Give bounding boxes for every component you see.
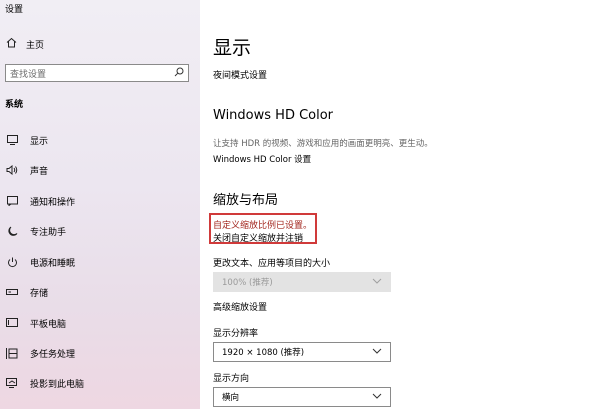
- orientation-label: 显示方向: [213, 374, 250, 384]
- main-content: 显示 夜间模式设置 Windows HD Color 让支持 HDR 的视频、游…: [200, 0, 600, 409]
- chevron-down-icon: [372, 392, 382, 402]
- resolution-label: 显示分辨率: [213, 329, 259, 339]
- orientation-dropdown[interactable]: 横向: [213, 387, 391, 407]
- sidebar-item-label: 通知和操作: [30, 197, 76, 208]
- sidebar-item-project[interactable]: 投影到此电脑: [6, 375, 196, 391]
- sidebar-item-label: 声音: [30, 166, 49, 177]
- home-icon: [6, 37, 17, 51]
- search-input[interactable]: 查找设置: [10, 67, 174, 80]
- sidebar-item-label: 存储: [30, 288, 49, 299]
- home-nav-item[interactable]: 主页: [6, 37, 44, 51]
- scale-layout-heading: 缩放与布局: [213, 193, 279, 208]
- sidebar-item-label: 平板电脑: [30, 319, 67, 330]
- home-label: 主页: [26, 40, 45, 51]
- sidebar-item-tablet[interactable]: 平板电脑: [6, 315, 196, 331]
- section-label-system: 系统: [5, 100, 24, 110]
- page-title: 显示: [213, 37, 252, 59]
- sidebar-item-notifications[interactable]: 通知和操作: [6, 193, 196, 209]
- night-light-settings-link[interactable]: 夜间模式设置: [213, 68, 267, 81]
- notification-icon: [6, 195, 18, 207]
- sidebar-item-storage[interactable]: 存储: [6, 284, 196, 300]
- tablet-icon: [6, 317, 18, 329]
- size-label: 更改文本、应用等项目的大小: [213, 259, 331, 269]
- custom-scale-warning: 自定义缩放比例已设置。: [213, 221, 313, 231]
- sidebar-item-label: 显示: [30, 136, 49, 147]
- app-title: 设置: [5, 5, 24, 15]
- sidebar-item-power[interactable]: 电源和睡眠: [6, 254, 196, 270]
- hdr-heading: Windows HD Color: [213, 108, 334, 123]
- hdr-settings-link[interactable]: Windows HD Color 设置: [213, 153, 311, 165]
- turn-off-custom-scaling-link[interactable]: 关闭自定义缩放并注销: [213, 231, 303, 244]
- chevron-down-icon: [372, 277, 382, 287]
- size-dropdown[interactable]: 100% (推荐): [213, 272, 391, 292]
- resolution-value: 1920 × 1080 (推荐): [222, 348, 305, 358]
- sidebar: 设置 主页 查找设置 系统 显示 声音 通知和操作 专注助手 电源和睡眠 存储 …: [0, 0, 200, 409]
- project-icon: [6, 377, 18, 389]
- search-icon[interactable]: [174, 67, 184, 80]
- resolution-dropdown[interactable]: 1920 × 1080 (推荐): [213, 342, 391, 362]
- sidebar-item-multitasking[interactable]: 多任务处理: [6, 345, 196, 361]
- sidebar-item-label: 电源和睡眠: [30, 258, 76, 269]
- sidebar-item-display[interactable]: 显示: [6, 132, 196, 148]
- sidebar-item-sound[interactable]: 声音: [6, 162, 196, 178]
- sidebar-item-label: 多任务处理: [30, 349, 76, 360]
- chevron-down-icon: [372, 347, 382, 357]
- moon-icon: [6, 225, 18, 237]
- size-value: 100% (推荐): [222, 278, 273, 288]
- orientation-value: 横向: [222, 393, 240, 403]
- power-icon: [6, 256, 18, 268]
- advanced-scaling-link[interactable]: 高级缩放设置: [213, 300, 267, 313]
- sidebar-item-label: 专注助手: [30, 227, 67, 238]
- multitasking-icon: [6, 347, 18, 359]
- speaker-icon: [6, 164, 18, 176]
- hdr-description: 让支持 HDR 的视频、游戏和应用的画面更明亮、更生动。: [213, 139, 433, 149]
- sidebar-item-focus-assist[interactable]: 专注助手: [6, 223, 196, 239]
- monitor-icon: [6, 134, 18, 146]
- storage-icon: [6, 286, 18, 298]
- sidebar-item-label: 投影到此电脑: [30, 379, 85, 390]
- search-box[interactable]: 查找设置: [5, 64, 189, 82]
